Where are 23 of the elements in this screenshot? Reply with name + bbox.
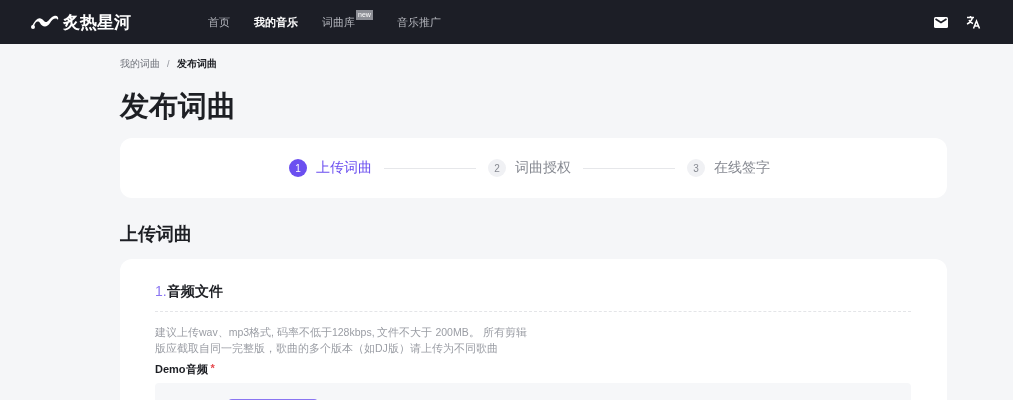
form-section-heading: 1.音频文件 [155,282,224,301]
step-number: 2 [488,159,506,177]
translate-icon[interactable] [966,15,981,29]
required-mark: * [210,362,215,376]
page-title: 发布词曲 [120,89,237,124]
nav-link[interactable]: 首页 [208,14,230,30]
mail-icon[interactable] [934,16,948,28]
step-number: 3 [687,159,705,177]
breadcrumb-current: 发布词曲 [176,57,217,71]
section-title: 上传词曲 [120,223,193,246]
nav-link[interactable]: 音乐推广 [396,14,441,30]
logo-icon [30,14,60,30]
step-label: 在线签字 [714,159,770,177]
upload-hint: 建议上传wav、mp3格式, 码率不低于128kbps, 文件不大于 200MB。 所有剪辑版应截取自同一完整版，歌曲的多个版本（如DJ版）请上传为不同歌曲 [155,325,528,356]
step-label: 上传词曲 [316,159,372,177]
logo-text[interactable]: 炙热星河 [63,10,131,34]
breadcrumb-link[interactable]: 我的词曲 [120,57,160,71]
breadcrumb-separator: / [167,59,170,69]
step-label: 词曲授权 [515,159,571,177]
step-number: 1 [289,159,307,177]
nav-link[interactable]: 我的音乐 [254,14,298,30]
field-label: Demo音频 [155,362,208,377]
nav-link[interactable]: 词曲库 [322,14,355,30]
